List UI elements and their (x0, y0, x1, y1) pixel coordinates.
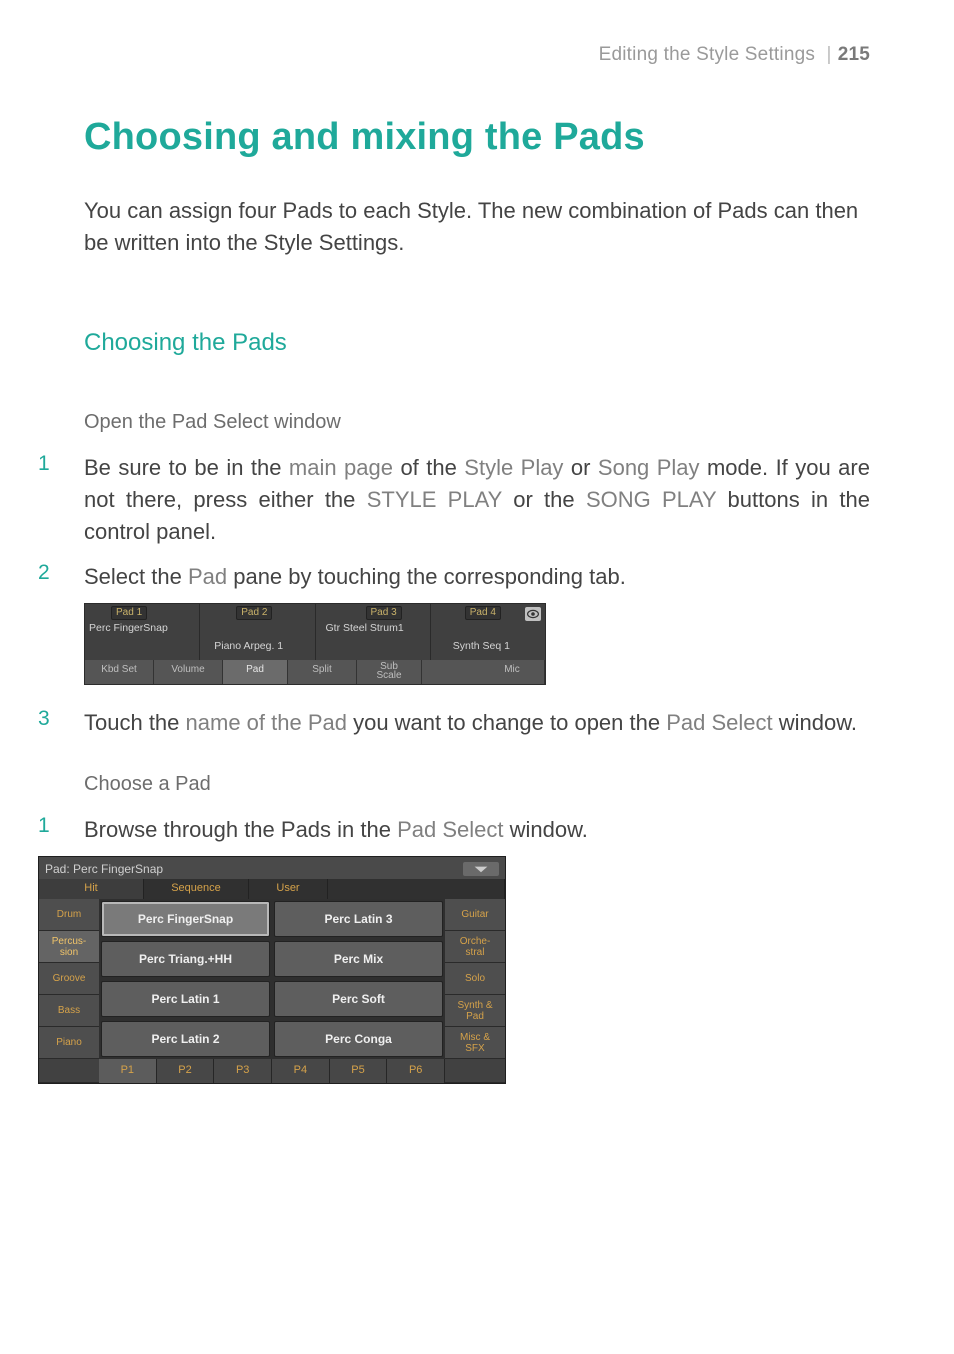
cat-groove[interactable]: Groove (39, 963, 99, 995)
tab-sequence[interactable]: Sequence (144, 879, 249, 899)
pad-cell-selected[interactable]: Perc FingerSnap (101, 901, 270, 937)
step-number: 1 (38, 814, 78, 838)
intro-paragraph: You can assign four Pads to each Style. … (84, 195, 870, 259)
pad-pane-screenshot: Pad 1 Perc FingerSnap Pad 2 Piano Arpeg.… (84, 603, 870, 685)
page-p2[interactable]: P2 (157, 1059, 215, 1083)
pad-label: Pad 2 (236, 606, 272, 620)
step-text: Touch the name of the Pad you want to ch… (84, 707, 870, 739)
pad-select-screenshot: Pad: Perc FingerSnap Hit Sequence User D… (38, 856, 870, 1084)
tab-hit[interactable]: Hit (39, 879, 144, 899)
step-number: 3 (38, 707, 78, 731)
tab-spacer (422, 660, 480, 684)
pad-slot-2[interactable]: Pad 2 Piano Arpeg. 1 (199, 604, 314, 660)
pad-value: Synth Seq 1 (453, 640, 510, 652)
subhead-open-window: Open the Pad Select window (84, 411, 870, 434)
pad-cell[interactable]: Perc Latin 1 (101, 981, 270, 1017)
tab-sub-scale[interactable]: SubScale (357, 660, 422, 684)
cat-guitar[interactable]: Guitar (445, 899, 505, 931)
tab-kbd-set[interactable]: Kbd Set (85, 660, 154, 684)
page-number: 215 (838, 44, 870, 65)
pad-select-top-tabs: Hit Sequence User (39, 879, 505, 899)
step-text: Be sure to be in the main page of the St… (84, 452, 870, 548)
pad-slot-4[interactable]: Pad 4 Synth Seq 1 (430, 604, 545, 660)
pad-slot-1[interactable]: Pad 1 Perc FingerSnap (85, 604, 199, 660)
running-header: Editing the Style Settings | 215 (84, 44, 870, 66)
step-text: Browse through the Pads in the Pad Selec… (84, 814, 870, 846)
pad-pane-tabs: Kbd Set Volume Pad Split SubScale Mic (85, 660, 545, 684)
cat-piano[interactable]: Piano (39, 1027, 99, 1059)
pad-cell[interactable]: Perc Soft (274, 981, 443, 1017)
pad-value: Piano Arpeg. 1 (214, 640, 283, 652)
page-p5[interactable]: P5 (330, 1059, 388, 1083)
tab-user[interactable]: User (249, 879, 328, 899)
tab-pad-active[interactable]: Pad (223, 660, 288, 684)
cat-solo[interactable]: Solo (445, 963, 505, 995)
subhead-choose-pad: Choose a Pad (84, 773, 870, 796)
step-text: Select the Pad pane by touching the corr… (84, 561, 870, 593)
pad-cell[interactable]: Perc Mix (274, 941, 443, 977)
tab-split[interactable]: Split (288, 660, 357, 684)
cat-bass[interactable]: Bass (39, 995, 99, 1027)
pad-label: Pad 1 (111, 606, 147, 620)
pad-label: Pad 4 (465, 606, 501, 620)
page-p1[interactable]: P1 (99, 1059, 157, 1083)
tab-volume[interactable]: Volume (154, 660, 223, 684)
pad-select-title: Pad: Perc FingerSnap (45, 862, 463, 876)
runner-separator: | (827, 44, 832, 65)
cat-synth-pad[interactable]: Synth &Pad (445, 995, 505, 1027)
cat-percussion-selected[interactable]: Percus-sion (39, 931, 99, 963)
cat-misc-sfx[interactable]: Misc &SFX (445, 1027, 505, 1059)
eye-icon[interactable] (525, 607, 541, 621)
page-title: Choosing and mixing the Pads (84, 116, 870, 159)
step-number: 1 (38, 452, 78, 476)
menu-dropdown-icon[interactable] (463, 862, 499, 876)
pad-cell[interactable]: Perc Triang.+HH (101, 941, 270, 977)
cat-blank (39, 1059, 99, 1083)
pad-grid: Perc FingerSnap Perc Latin 3 Perc Triang… (99, 899, 445, 1083)
pad-cell[interactable]: Perc Latin 2 (101, 1021, 270, 1057)
page-row: P1 P2 P3 P4 P5 P6 (99, 1059, 445, 1083)
page-p4[interactable]: P4 (272, 1059, 330, 1083)
pad-value: Gtr Steel Strum1 (326, 622, 404, 634)
category-right-column: Guitar Orche-stral Solo Synth &Pad Misc … (445, 899, 505, 1083)
cat-orchestral[interactable]: Orche-stral (445, 931, 505, 963)
pad-slot-3[interactable]: Pad 3 Gtr Steel Strum1 (315, 604, 430, 660)
cat-blank (445, 1059, 505, 1083)
section-heading: Choosing the Pads (84, 329, 870, 357)
pad-label: Pad 3 (366, 606, 402, 620)
tab-mic[interactable]: Mic (480, 660, 545, 684)
tab-empty (328, 879, 505, 899)
pad-select-titlebar: Pad: Perc FingerSnap (39, 857, 505, 879)
cat-drum[interactable]: Drum (39, 899, 99, 931)
page-p6[interactable]: P6 (387, 1059, 445, 1083)
category-left-column: Drum Percus-sion Groove Bass Piano (39, 899, 99, 1083)
pad-cell[interactable]: Perc Conga (274, 1021, 443, 1057)
running-section: Editing the Style Settings (599, 44, 815, 65)
page-p3[interactable]: P3 (214, 1059, 272, 1083)
pad-cell[interactable]: Perc Latin 3 (274, 901, 443, 937)
step-number: 2 (38, 561, 78, 585)
pad-value: Perc FingerSnap (89, 622, 168, 634)
